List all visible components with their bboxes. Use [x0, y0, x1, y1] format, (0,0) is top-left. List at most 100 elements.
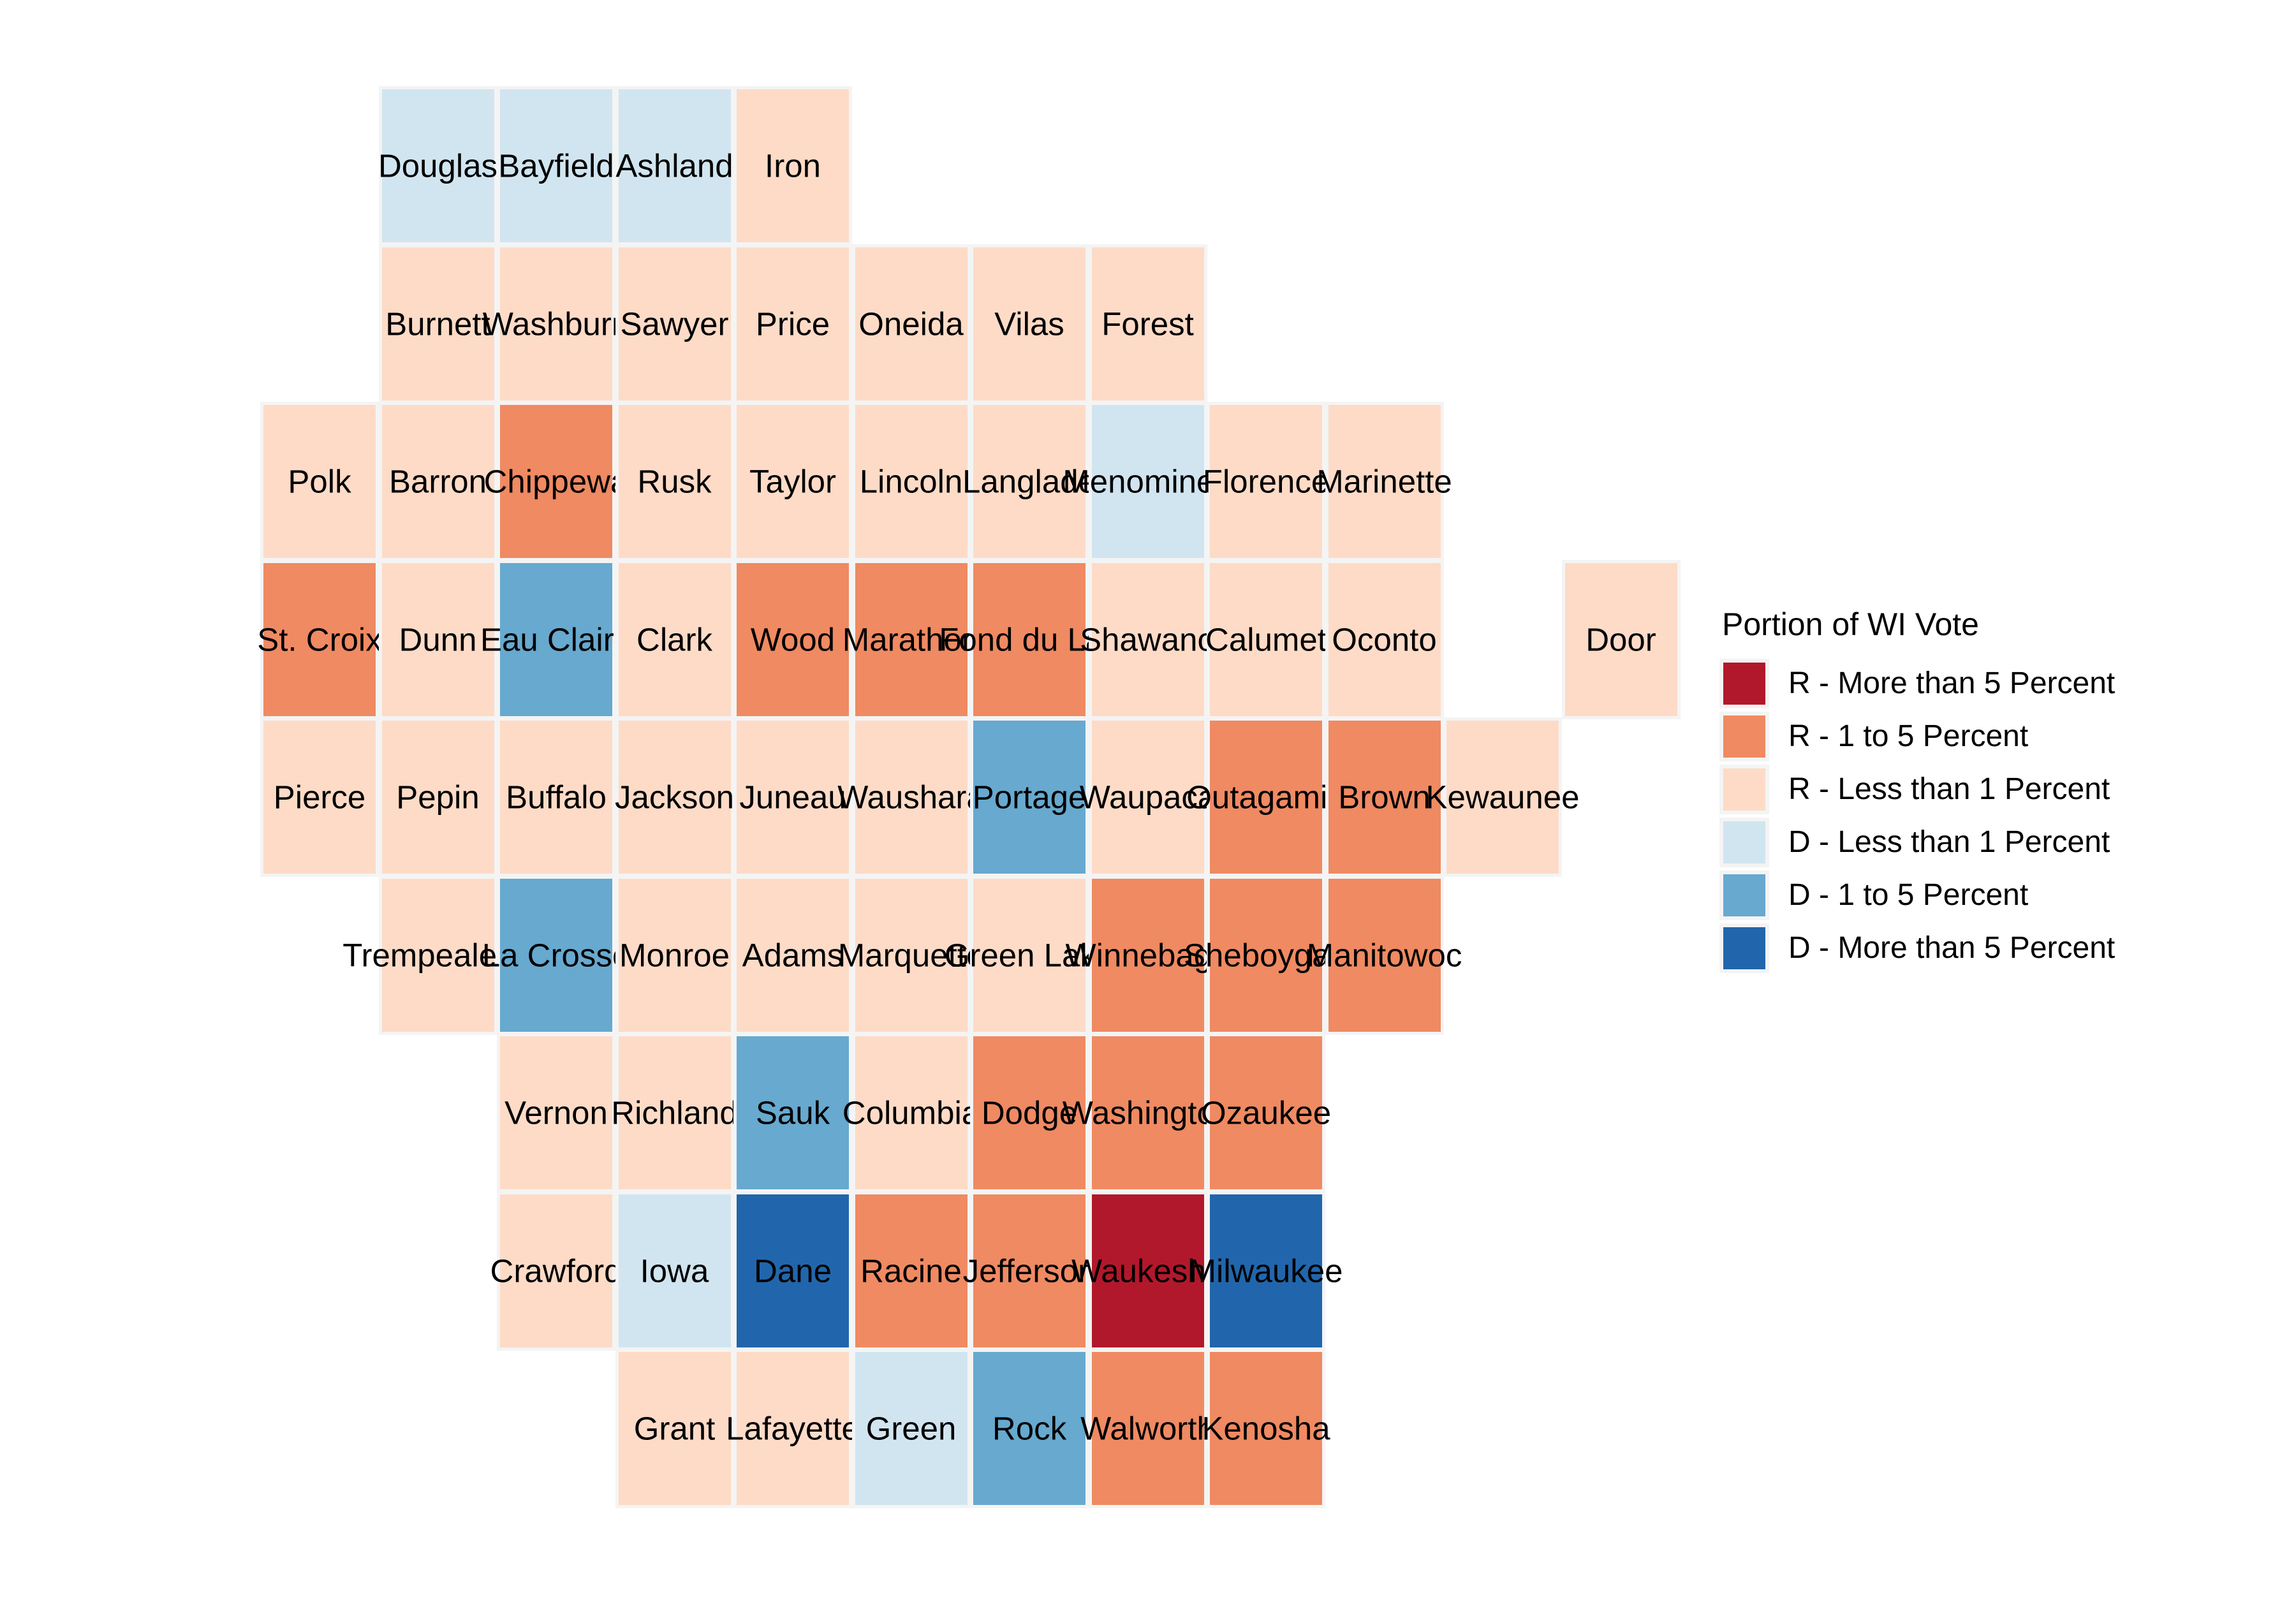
- county-tile: Monroe: [618, 878, 731, 1032]
- legend-item[interactable]: D - 1 to 5 Percent: [1722, 869, 2194, 921]
- county-tile-label: Winnebago: [1065, 937, 1230, 973]
- county-tile-label: Manitowoc: [1306, 937, 1462, 973]
- county-tile: Kewaunee: [1425, 721, 1580, 874]
- county-tile-label: Dunn: [399, 621, 477, 657]
- county-tile-label: Kenosha: [1202, 1410, 1330, 1447]
- county-tile-label: La Crosse: [482, 937, 631, 973]
- county-tile-label: Lincoln: [859, 463, 963, 500]
- county-tile-label: Rusk: [637, 463, 712, 500]
- county-tile: Burnett: [381, 247, 494, 400]
- county-tile-label: Marinette: [1316, 463, 1452, 500]
- county-tile: Price: [737, 247, 849, 400]
- legend-item[interactable]: R - 1 to 5 Percent: [1722, 710, 2194, 763]
- legend-swatch: [1723, 715, 1765, 758]
- wisconsin-county-tile-map: Douglas Bayfield Ashland Iron Burnett Washbur…: [0, 0, 2296, 1607]
- county-tile: Door: [1564, 562, 1677, 716]
- county-tile: Chippewa: [484, 405, 628, 558]
- county-tile-label: Portage: [972, 779, 1087, 816]
- county-tile: Walworth: [1080, 1352, 1215, 1505]
- county-tile-label: Columbia: [842, 1094, 980, 1131]
- county-tile: Kenosha: [1202, 1352, 1330, 1505]
- county-tile-label: St. Croix: [257, 621, 382, 657]
- county-tile-label: Ozaukee: [1200, 1094, 1332, 1131]
- county-tile-label: Ashland: [615, 147, 733, 184]
- county-tile-label: Door: [1586, 621, 1656, 657]
- county-tile-label: Eau Claire: [480, 621, 633, 657]
- county-tile-label: Washburn: [482, 305, 630, 342]
- legend-items: R - More than 5 Percent R - 1 to 5 Percen…: [1722, 657, 2194, 974]
- county-tile-label: Walworth: [1080, 1410, 1215, 1447]
- legend-item[interactable]: D - Less than 1 Percent: [1722, 816, 2194, 869]
- county-tile: Outagamie: [1186, 721, 1346, 874]
- county-tile-label: Jackson: [614, 779, 735, 816]
- county-tile: Lincoln: [855, 405, 968, 558]
- county-tile-label: Waushara: [837, 779, 985, 816]
- county-tile: Jackson: [615, 721, 734, 874]
- legend-swatch: [1723, 768, 1765, 811]
- county-tile-label: Washington: [1062, 1094, 1233, 1131]
- county-tile: Racine: [855, 1194, 968, 1347]
- county-tile: Ozaukee: [1201, 1036, 1331, 1189]
- county-tile: Barron: [381, 405, 494, 558]
- county-tile: Eau Claire: [480, 562, 632, 716]
- county-tile-label: Shawano: [1080, 621, 1216, 657]
- county-tile-label: Waupaca: [1079, 779, 1216, 816]
- county-tile-label: Douglas: [378, 147, 498, 184]
- county-tile-label: Kewaunee: [1425, 779, 1580, 816]
- county-tile: Dunn: [381, 562, 494, 716]
- county-tile: Dodge: [973, 1036, 1085, 1189]
- county-tile-label: Waukesha: [1071, 1252, 1225, 1289]
- county-tile-label: Chippewa: [483, 463, 629, 500]
- legend-item-label: D - Less than 1 Percent: [1788, 825, 2110, 859]
- county-tile-label: Polk: [288, 463, 351, 500]
- county-tile: Sauk: [737, 1036, 849, 1189]
- county-tile: Buffalo: [500, 721, 612, 874]
- county-tile-label: Monroe: [619, 937, 730, 973]
- legend-item-label: R - Less than 1 Percent: [1788, 772, 2110, 806]
- county-tile: Sheboygan: [1184, 878, 1348, 1032]
- county-tile: Vilas: [973, 247, 1085, 400]
- legend-swatch: [1723, 927, 1765, 969]
- county-tile: Shawano: [1080, 562, 1216, 716]
- county-tile-label: Adams: [742, 937, 844, 973]
- county-tile-label: Marquette: [837, 937, 985, 973]
- county-tile: Forest: [1091, 247, 1204, 400]
- county-tile-label: Taylor: [749, 463, 837, 500]
- county-tile: Marathon: [843, 562, 980, 716]
- county-tile: Pierce: [263, 721, 376, 874]
- county-tile-label: Vilas: [994, 305, 1064, 342]
- county-tile: Washburn: [483, 247, 629, 400]
- legend-item[interactable]: R - More than 5 Percent: [1722, 657, 2194, 710]
- county-tile-label: Milwaukee: [1189, 1252, 1343, 1289]
- legend-item[interactable]: R - Less than 1 Percent: [1722, 763, 2194, 816]
- county-tile-label: Calumet: [1205, 621, 1327, 657]
- legend-item[interactable]: D - More than 5 Percent: [1722, 921, 2194, 974]
- county-tile: Waushara: [837, 721, 985, 874]
- legend: Portion of WI Vote R - More than 5 Perce…: [1722, 606, 2194, 974]
- county-tile: Calumet: [1205, 562, 1327, 716]
- county-tile: Oneida: [855, 247, 968, 400]
- county-tile-label: Pierce: [273, 779, 366, 816]
- county-tile: Ashland: [615, 89, 733, 242]
- county-tile-label: Grant: [633, 1410, 716, 1447]
- county-tile: Lafayette: [726, 1352, 860, 1505]
- legend-item-label: D - 1 to 5 Percent: [1788, 878, 2029, 912]
- county-tile-label: Wood: [750, 621, 835, 657]
- county-tile: Dane: [737, 1194, 849, 1347]
- county-tile: Green: [855, 1352, 968, 1505]
- county-tile: Florence: [1203, 405, 1329, 558]
- county-tile-label: Juneau: [739, 779, 846, 816]
- county-tile-label: Green: [865, 1410, 957, 1447]
- county-tile: Iron: [737, 89, 849, 242]
- tile-grid: Douglas Bayfield Ashland Iron Burnett Washbur…: [257, 89, 1682, 1508]
- county-tile-label: Marathon: [842, 621, 980, 657]
- county-tile: Iowa: [618, 1194, 731, 1347]
- county-tile: Fond du Lac: [939, 562, 1120, 716]
- county-tile-label: Pepin: [396, 779, 480, 816]
- county-tile-label: Sawyer: [620, 305, 729, 342]
- county-tile: Wood: [737, 562, 849, 716]
- legend-swatch: [1723, 874, 1765, 916]
- legend-item-label: R - More than 5 Percent: [1788, 666, 2116, 700]
- county-tile: Adams: [737, 878, 849, 1032]
- county-tile-label: Bayfield: [498, 147, 614, 184]
